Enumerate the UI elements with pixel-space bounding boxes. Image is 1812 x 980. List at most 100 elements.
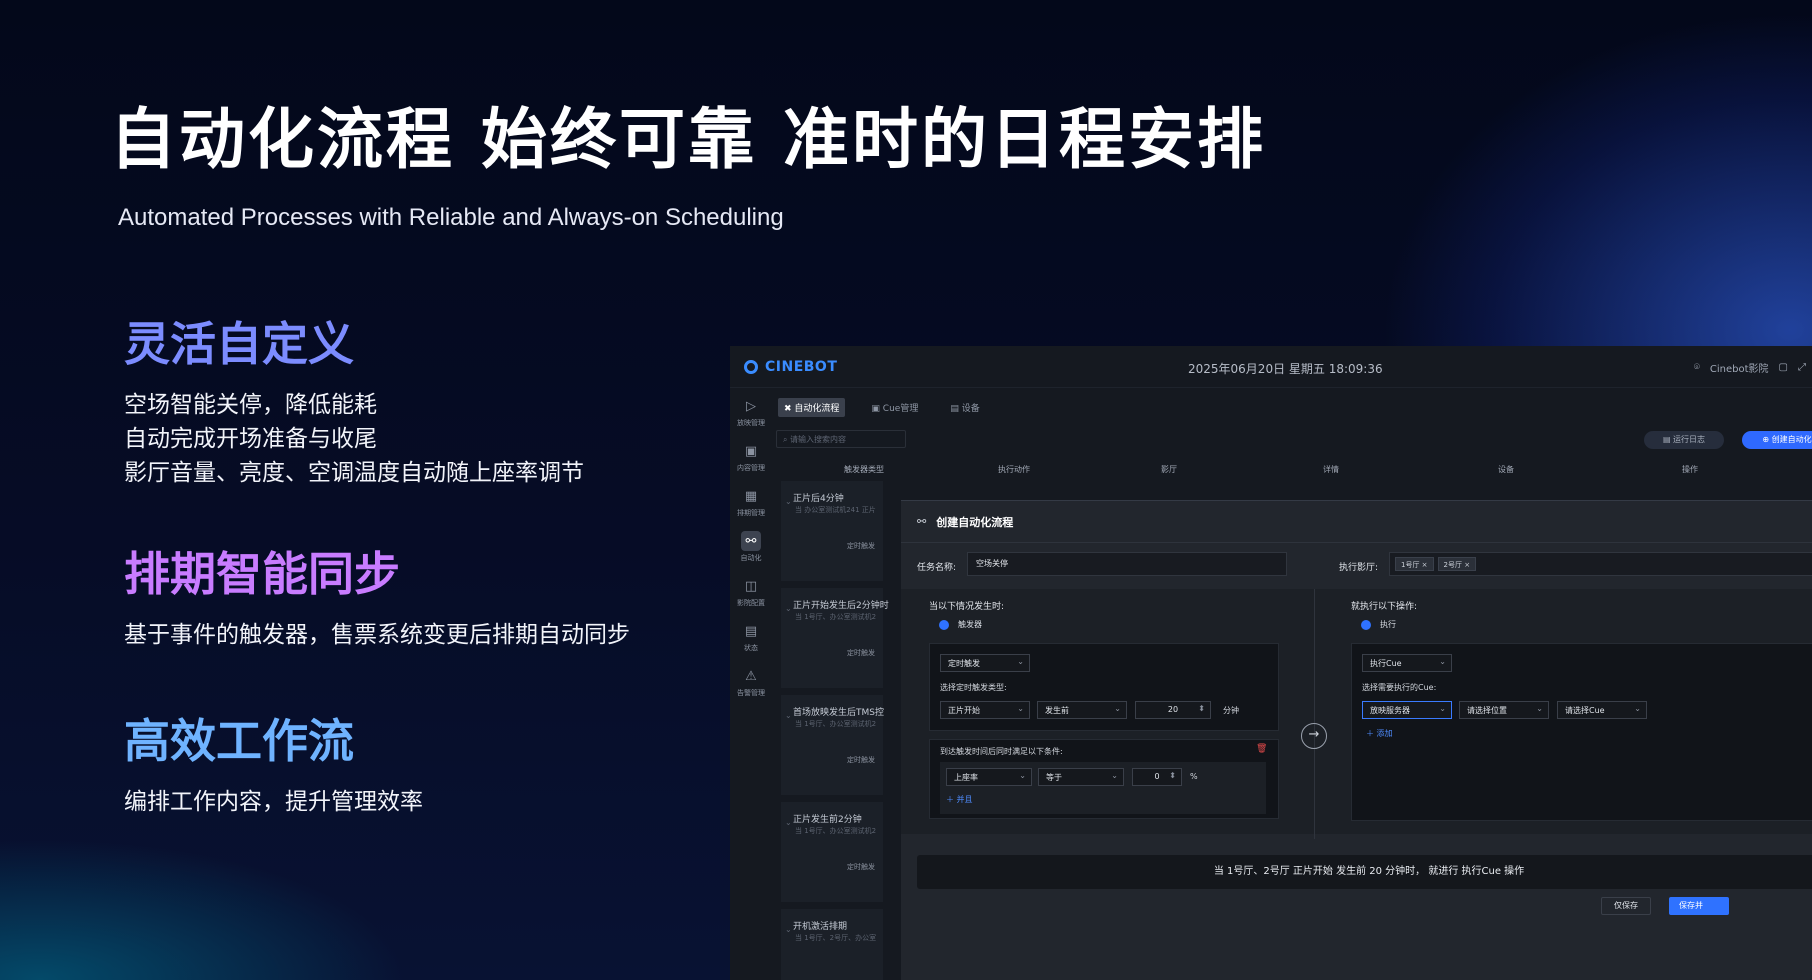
column-header: 触发器类型 bbox=[844, 465, 884, 474]
execute-radio-label: 执行 bbox=[1380, 620, 1396, 629]
automation-icon: ⚯ bbox=[741, 531, 761, 551]
feature-heading: 灵活自定义 bbox=[124, 317, 354, 371]
stepper-icon[interactable]: ⬍ bbox=[1169, 771, 1176, 780]
timer-value-stepper[interactable]: 20 ⬍ bbox=[1135, 701, 1211, 719]
hall-label: 执行影厅: bbox=[1339, 563, 1379, 573]
chevron-down-icon: ⌄ bbox=[1536, 704, 1543, 713]
search-placeholder: 请输入搜索内容 bbox=[790, 435, 847, 444]
page-subtitle: Automated Processes with Reliable and Al… bbox=[118, 204, 784, 231]
chevron-down-icon: ⌄ bbox=[1111, 771, 1118, 780]
action-type-value: 执行Cue bbox=[1370, 659, 1402, 668]
list-item-trigger: 定时触发 bbox=[847, 649, 875, 657]
save-and-run-button[interactable]: 保存并 bbox=[1669, 897, 1729, 915]
sidebar-item-status[interactable]: ▤ 状态 bbox=[730, 613, 772, 658]
action-type-select[interactable]: 执行Cue ⌄ bbox=[1362, 654, 1452, 672]
when-label: 当以下情况发生时: bbox=[929, 602, 1005, 612]
hall-chip[interactable]: 1号厅 × bbox=[1395, 557, 1434, 571]
list-item[interactable]: ⌄ 正片发生前2分钟当 1号厅、办公室测试机2 定时触发 bbox=[781, 802, 883, 902]
chevron-down-icon[interactable]: ⌄ bbox=[785, 497, 792, 506]
book-icon[interactable]: ▢ bbox=[1779, 362, 1788, 373]
hall-select[interactable]: 1号厅 × 2号厅 × bbox=[1389, 552, 1812, 576]
timer-relation-select[interactable]: 发生前 ⌄ bbox=[1037, 701, 1127, 719]
chevron-down-icon[interactable]: ⌄ bbox=[785, 925, 792, 934]
list-item[interactable]: ⌄ 正片开始发生后2分钟时当 1号厅、办公室测试机2 定时触发 bbox=[781, 588, 889, 688]
cue-select[interactable]: 请选择Cue ⌄ bbox=[1557, 701, 1647, 719]
select-cue-label: 选择需要执行的Cue: bbox=[1362, 683, 1437, 692]
sidebar-item-content[interactable]: ▣ 内容管理 bbox=[730, 433, 772, 478]
app-topbar: CINEBOT 2025年06月20日 星期五 18:09:36 ⌾ Cineb… bbox=[730, 346, 1812, 388]
action-panel: 执行Cue ⌄ 选择需要执行的Cue: 放映服务器 ⌄ 请选择位置 ⌄ 请选择Cue ⌄… bbox=[1351, 643, 1812, 821]
trigger-radio-label: 触发器 bbox=[958, 620, 982, 629]
timer-event-select[interactable]: 正片开始 ⌄ bbox=[940, 701, 1030, 719]
save-only-button[interactable]: 仅保存 bbox=[1601, 897, 1651, 915]
brand-name: CINEBOT bbox=[765, 358, 838, 375]
list-item-sub: 当 1号厅、办公室测试机2 bbox=[795, 720, 877, 728]
timer-type-label: 选择定时触发类型: bbox=[940, 683, 1007, 692]
fullscreen-icon[interactable]: ⤢ bbox=[1798, 362, 1806, 373]
list-item[interactable]: ⌄ 正片后4分钟当 办公室测试机241 正片 定时触发 bbox=[781, 481, 883, 581]
sidebar-item-label: 内容管理 bbox=[737, 464, 765, 472]
cinema-name[interactable]: Cinebot影院 bbox=[1710, 360, 1769, 375]
condition-op-select[interactable]: 等于 ⌄ bbox=[1038, 768, 1124, 786]
tab-label: Cue管理 bbox=[882, 404, 919, 414]
chevron-down-icon: ⌄ bbox=[1019, 771, 1026, 780]
sidebar-item-label: 告警管理 bbox=[737, 689, 765, 697]
table-header: 触发器类型 执行动作 影厅 详情 设备 操作 bbox=[772, 464, 1812, 480]
task-name-label: 任务名称: bbox=[917, 563, 957, 573]
feature-line: 影厅音量、亮度、空调温度自动随上座率调节 bbox=[124, 460, 584, 486]
trigger-type-select[interactable]: 定时触发 ⌄ bbox=[940, 654, 1030, 672]
sidebar-item-alerts[interactable]: ⚠ 告警管理 bbox=[730, 658, 772, 703]
sidebar-item-schedule[interactable]: ▦ 排期管理 bbox=[730, 478, 772, 523]
create-automation-button[interactable]: ⊕ 创建自动化 bbox=[1742, 431, 1812, 449]
hall-chip[interactable]: 2号厅 × bbox=[1437, 557, 1477, 571]
projector-icon: ▷ bbox=[746, 398, 756, 414]
server-value: 放映服务器 bbox=[1370, 706, 1410, 715]
create-automation-modal: ⚯ 创建自动化流程 任务名称: 空场关停 执行影厅: 1号厅 × 2号厅 × 当… bbox=[901, 500, 1812, 980]
position-select[interactable]: 请选择位置 ⌄ bbox=[1459, 701, 1549, 719]
condition-unit: % bbox=[1190, 772, 1198, 781]
list-item-trigger: 定时触发 bbox=[847, 863, 875, 871]
tab-automation-flow[interactable]: ✖ 自动化流程 bbox=[778, 398, 846, 417]
logo-icon bbox=[744, 359, 758, 374]
sidebar-item-config[interactable]: ◫ 影院配置 bbox=[730, 568, 772, 613]
then-label: 就执行以下操作: bbox=[1351, 602, 1418, 612]
sidebar-item-label: 自动化 bbox=[740, 554, 762, 562]
execute-radio[interactable]: 执行 bbox=[1361, 619, 1396, 630]
column-header: 操作 bbox=[1682, 465, 1698, 474]
stepper-icon[interactable]: ⬍ bbox=[1198, 704, 1205, 713]
task-name-input[interactable]: 空场关停 bbox=[967, 552, 1287, 576]
trash-icon[interactable]: 🗑 bbox=[1256, 744, 1267, 754]
chevron-down-icon: ⌄ bbox=[1439, 657, 1446, 666]
search-input[interactable]: ⌕ 请输入搜索内容 bbox=[776, 430, 906, 448]
list-item[interactable]: ⌄ 首场放映发生后TMS控当 1号厅、办公室测试机2 定时触发 bbox=[781, 695, 884, 795]
list-item[interactable]: ⌄ 开机激活排期当 1号厅、2号厅、办公室 bbox=[781, 909, 883, 980]
run-log-label: 运行日志 bbox=[1673, 435, 1706, 444]
sidebar-item-label: 放映管理 bbox=[737, 419, 765, 427]
condition-field-select[interactable]: 上座率 ⌄ bbox=[946, 768, 1032, 786]
run-log-button[interactable]: ▤ 运行日志 bbox=[1644, 431, 1724, 449]
column-header: 设备 bbox=[1498, 465, 1514, 474]
feature-workflow: 高效工作流 编排工作内容，提升管理效率 bbox=[124, 705, 423, 819]
condition-value-stepper[interactable]: 0 ⬍ bbox=[1132, 768, 1182, 786]
sidebar-item-projection[interactable]: ▷ 放映管理 bbox=[730, 388, 772, 433]
tab-devices[interactable]: ▤ 设备 bbox=[944, 398, 985, 417]
feature-heading: 排期智能同步 bbox=[124, 547, 400, 601]
chevron-down-icon[interactable]: ⌄ bbox=[785, 711, 792, 720]
chevron-down-icon[interactable]: ⌄ bbox=[785, 604, 792, 613]
chevron-down-icon[interactable]: ⌄ bbox=[785, 818, 792, 827]
add-action-link[interactable]: ＋ 添加 bbox=[1366, 728, 1393, 739]
sidebar-item-automation[interactable]: ⚯ 自动化 bbox=[730, 523, 772, 568]
app-logo: CINEBOT bbox=[744, 359, 837, 375]
page-title: 自动化流程 始终可靠 准时的日程安排 bbox=[110, 101, 1266, 178]
timer-relation-value: 发生前 bbox=[1045, 706, 1069, 715]
sidebar-item-label: 影院配置 bbox=[737, 599, 765, 607]
trigger-radio[interactable]: 触发器 bbox=[939, 619, 982, 630]
add-and-condition-link[interactable]: ＋ 并且 bbox=[946, 794, 973, 805]
server-select[interactable]: 放映服务器 ⌄ bbox=[1362, 701, 1452, 719]
feature-heading: 高效工作流 bbox=[124, 714, 354, 768]
column-header: 详情 bbox=[1323, 465, 1339, 474]
feature-line: 自动完成开场准备与收尾 bbox=[124, 426, 377, 452]
chevron-down-icon: ⌄ bbox=[1017, 704, 1024, 713]
list-item-title: 正片发生前2分钟 bbox=[793, 815, 862, 825]
tab-cue[interactable]: ▣ Cue管理 bbox=[865, 398, 924, 417]
